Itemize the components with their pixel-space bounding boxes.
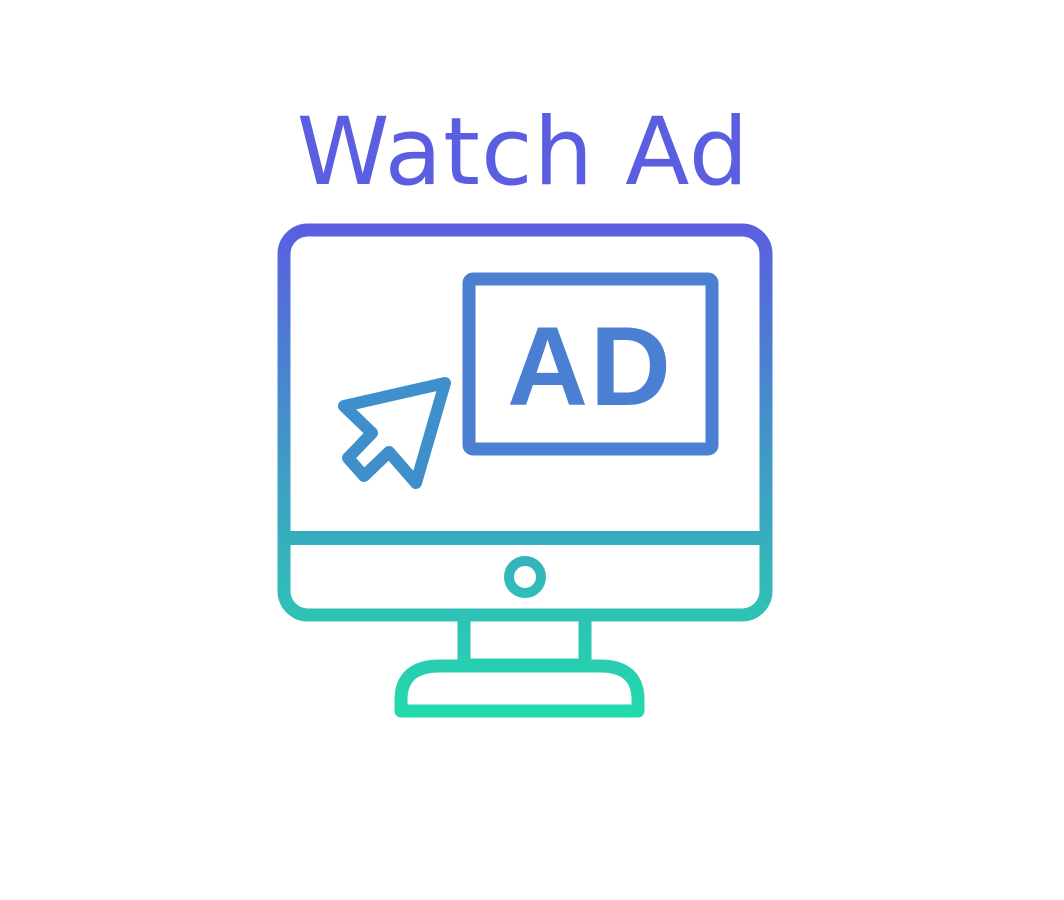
monitor-stand [394,659,645,718]
monitor-ad-icon[interactable]: AD [0,0,1064,900]
ad-badge-text: AD [507,304,673,429]
cursor-arrow-icon [338,377,451,489]
watch-ad-graphic[interactable]: Watch Ad AD [0,0,1064,900]
monitor-neck [457,608,592,672]
power-button-icon [504,556,546,598]
